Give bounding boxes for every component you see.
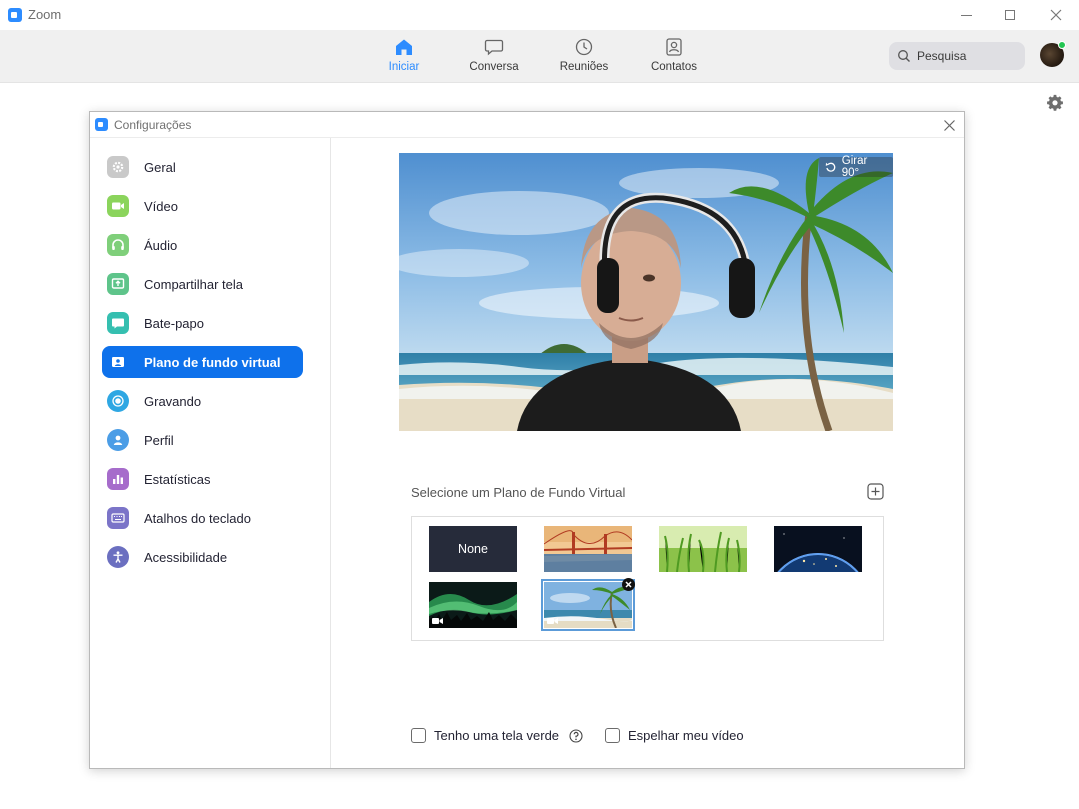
online-status-icon — [1058, 41, 1066, 49]
zoom-logo-icon — [95, 118, 108, 131]
chat-bubble-icon — [484, 39, 504, 56]
video-camera-icon — [107, 195, 129, 217]
sidebar-item-virtual-background[interactable]: Plano de fundo virtual — [102, 346, 303, 378]
virtual-background-icon — [107, 351, 129, 373]
settings-sidebar: Geral Vídeo Áudio Compartilhar tela Bate… — [90, 138, 331, 768]
sidebar-item-label: Compartilhar tela — [144, 276, 243, 292]
rotate-label: Girar 90° — [841, 155, 868, 179]
tab-chat-label: Conversa — [469, 61, 519, 73]
settings-titlebar: Configurações — [90, 112, 964, 138]
tab-contacts[interactable]: Contatos — [634, 38, 714, 73]
background-earth[interactable] — [774, 526, 862, 572]
settings-gear-icon[interactable] — [1046, 94, 1064, 112]
minimize-icon — [960, 14, 972, 16]
sidebar-item-recording[interactable]: Gravando — [102, 385, 303, 417]
sidebar-item-label: Vídeo — [144, 198, 178, 214]
sidebar-item-statistics[interactable]: Estatísticas — [102, 463, 303, 495]
sidebar-item-label: Acessibilidade — [144, 549, 228, 565]
background-beach[interactable] — [541, 579, 635, 631]
chat-icon — [107, 312, 129, 334]
golden-gate-thumbnail — [544, 526, 632, 572]
zoom-logo-icon — [8, 8, 22, 22]
close-window-button[interactable] — [1033, 0, 1079, 30]
gear-icon — [107, 156, 129, 178]
video-camera-icon — [547, 618, 558, 624]
clock-icon — [575, 38, 593, 56]
background-gallery: None — [411, 516, 884, 641]
remove-background-button[interactable] — [622, 578, 635, 591]
help-icon[interactable] — [569, 728, 583, 743]
sidebar-item-label: Perfil — [144, 432, 174, 448]
sidebar-item-share-screen[interactable]: Compartilhar tela — [102, 268, 303, 300]
tab-meetings-label: Reuniões — [559, 61, 609, 73]
sidebar-item-audio[interactable]: Áudio — [102, 229, 303, 261]
statistics-icon — [107, 468, 129, 490]
beach-background-preview — [399, 153, 893, 431]
contacts-icon — [666, 38, 682, 56]
mirror-video-label: Espelhar meu vídeo — [628, 728, 744, 743]
sidebar-item-label: Atalhos do teclado — [144, 510, 251, 526]
close-icon — [625, 581, 632, 588]
sidebar-item-chat[interactable]: Bate-papo — [102, 307, 303, 339]
share-screen-icon — [107, 273, 129, 295]
profile-icon — [107, 429, 129, 451]
tab-meetings[interactable]: Reuniões — [544, 38, 624, 73]
maximize-button[interactable] — [987, 0, 1033, 30]
home-icon — [396, 39, 412, 55]
earth-thumbnail — [774, 526, 862, 572]
record-icon — [107, 390, 129, 412]
sidebar-item-general[interactable]: Geral — [102, 151, 303, 183]
mirror-video-checkbox[interactable]: Espelhar meu vídeo — [605, 728, 744, 743]
video-camera-icon — [432, 618, 443, 624]
window-titlebar: Zoom — [0, 0, 1079, 30]
background-grass[interactable] — [659, 526, 747, 572]
select-background-label: Selecione um Plano de Fundo Virtual — [411, 485, 626, 500]
green-screen-label: Tenho uma tela verde — [434, 728, 560, 743]
add-background-button[interactable] — [867, 483, 884, 500]
close-icon — [943, 119, 955, 131]
main-toolbar: Iniciar Conversa Reuniões Contatos — [0, 30, 1079, 83]
green-screen-checkbox[interactable]: Tenho uma tela verde — [411, 728, 583, 743]
settings-dialog: Configurações Geral Vídeo Áudio Comparti… — [89, 111, 965, 769]
search-box[interactable] — [889, 42, 1025, 70]
tab-chat[interactable]: Conversa — [454, 38, 534, 73]
sidebar-item-label: Gravando — [144, 393, 202, 409]
keyboard-icon — [107, 507, 129, 529]
sidebar-item-accessibility[interactable]: Acessibilidade — [102, 541, 303, 573]
background-aurora[interactable] — [429, 582, 517, 628]
virtual-background-panel: Girar 90° Selecione um Plano de Fundo Vi… — [331, 138, 964, 768]
tab-home[interactable]: Iniciar — [364, 38, 444, 73]
sidebar-item-label: Estatísticas — [144, 471, 211, 487]
grass-thumbnail — [659, 526, 747, 572]
search-input[interactable] — [917, 49, 1017, 63]
sidebar-item-video[interactable]: Vídeo — [102, 190, 303, 222]
green-screen-checkbox-box[interactable] — [411, 728, 426, 743]
tab-home-label: Iniciar — [388, 61, 420, 73]
background-golden-gate[interactable] — [544, 526, 632, 572]
sidebar-item-label: Áudio — [144, 237, 178, 253]
tab-contacts-label: Contatos — [650, 61, 698, 73]
window-title: Zoom — [28, 7, 62, 22]
sidebar-item-label: Geral — [144, 159, 176, 175]
accessibility-icon — [107, 546, 129, 568]
sidebar-item-keyboard-shortcuts[interactable]: Atalhos do teclado — [102, 502, 303, 534]
close-settings-button[interactable] — [940, 116, 958, 134]
headphones-icon — [107, 234, 129, 256]
settings-title: Configurações — [114, 118, 192, 132]
avatar[interactable] — [1040, 41, 1066, 67]
background-none[interactable]: None — [429, 526, 517, 572]
video-preview: Girar 90° — [399, 153, 893, 431]
close-icon — [1050, 9, 1062, 21]
sidebar-item-profile[interactable]: Perfil — [102, 424, 303, 456]
rotate-icon — [825, 162, 836, 172]
sidebar-item-label: Bate-papo — [144, 315, 204, 331]
rotate-button[interactable]: Girar 90° — [819, 155, 893, 179]
search-icon — [898, 50, 910, 62]
sidebar-item-label: Plano de fundo virtual — [144, 354, 281, 370]
maximize-icon — [1005, 10, 1015, 20]
mirror-video-checkbox-box[interactable] — [605, 728, 620, 743]
minimize-button[interactable] — [943, 0, 989, 30]
